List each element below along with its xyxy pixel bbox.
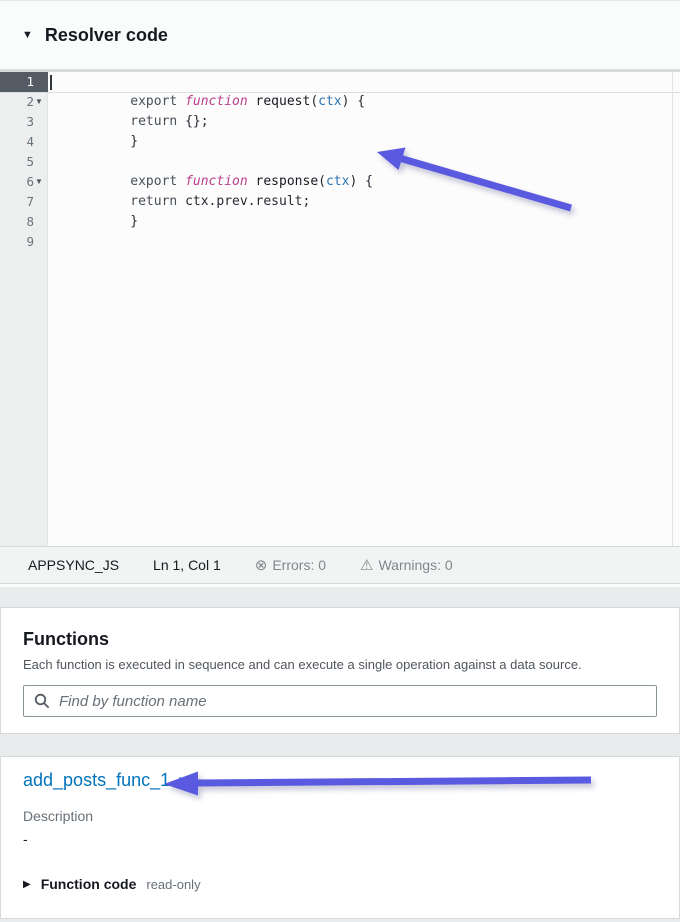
line-number: 9 [0, 232, 48, 252]
functions-title: Functions [23, 629, 657, 650]
scrollbar-track[interactable] [672, 72, 673, 546]
description-label: Description [23, 808, 657, 824]
warnings-label: Warnings: 0 [378, 557, 452, 573]
resolver-code-title: Resolver code [45, 25, 168, 45]
editor-status-bar: APPSYNC_JS Ln 1, Col 1 ⊗ Errors: 0 ⚠ War… [0, 546, 680, 584]
read-only-badge: read-only [146, 877, 200, 892]
code-text: } [48, 132, 138, 152]
code-text [48, 152, 52, 172]
code-editor[interactable]: 12▼ export function request(ctx) {3 retu… [0, 69, 680, 546]
expand-triangle-icon: ▶ [23, 879, 31, 890]
editor-mode-label: APPSYNC_JS [28, 557, 119, 573]
fold-triangle-icon[interactable]: ▼ [35, 92, 46, 112]
line-number: 4 [0, 132, 48, 152]
code-text: return {}; [48, 112, 209, 132]
code-line-3[interactable]: 3 return {}; [0, 112, 680, 132]
function-name-link[interactable]: add_posts_func_1 [23, 770, 170, 791]
function-search-input[interactable] [59, 693, 646, 710]
function-item-card: add_posts_func_1 Edit Description - ▶ Fu… [0, 756, 680, 919]
search-icon [34, 693, 50, 709]
errors-label: Errors: 0 [272, 557, 326, 573]
section-gap [0, 587, 680, 607]
code-text: return ctx.prev.result; [48, 192, 310, 212]
code-lines: 12▼ export function request(ctx) {3 retu… [0, 72, 680, 252]
functions-section: Functions Each function is executed in s… [0, 607, 680, 734]
line-number: 8 [0, 212, 48, 232]
function-code-expander[interactable]: ▶ Function code read-only [23, 876, 657, 892]
errors-status: ⊗ Errors: 0 [255, 557, 326, 573]
resolver-code-header[interactable]: ▼ Resolver code [0, 1, 680, 69]
cursor-position-label: Ln 1, Col 1 [153, 557, 221, 573]
code-text [48, 232, 52, 252]
errors-icon: ⊗ [255, 558, 268, 573]
function-title-row: add_posts_func_1 Edit [23, 770, 657, 791]
line-number: 3 [0, 112, 48, 132]
code-line-2[interactable]: 2▼ export function request(ctx) { [0, 92, 680, 112]
code-text: } [48, 212, 138, 232]
code-text: export function request(ctx) { [48, 92, 365, 112]
code-line-4[interactable]: 4 } [0, 132, 680, 152]
resolver-code-section: ▼ Resolver code 12▼ export function requ… [0, 0, 680, 587]
line-number: 5 [0, 152, 48, 172]
function-search-box[interactable] [23, 685, 657, 717]
collapse-triangle-icon: ▼ [22, 25, 33, 45]
code-line-1[interactable]: 1 [0, 72, 680, 92]
code-line-9[interactable]: 9 [0, 232, 680, 252]
section-gap [0, 734, 680, 756]
code-line-7[interactable]: 7 return ctx.prev.result; [0, 192, 680, 212]
line-number: 1 [0, 72, 48, 92]
function-code-label: Function code [41, 876, 137, 892]
appsync-resolver-page: ▼ Resolver code 12▼ export function requ… [0, 0, 680, 922]
code-text: export function response(ctx) { [48, 172, 373, 192]
fold-triangle-icon[interactable]: ▼ [35, 172, 46, 192]
code-line-5[interactable]: 5 [0, 152, 680, 172]
code-line-6[interactable]: 6▼ export function response(ctx) { [0, 172, 680, 192]
text-cursor [50, 75, 52, 90]
description-value: - [23, 831, 657, 847]
line-number: 2▼ [0, 92, 48, 112]
code-line-8[interactable]: 8 } [0, 212, 680, 232]
warning-icon: ⚠ [360, 558, 373, 573]
line-number: 6▼ [0, 172, 48, 192]
line-number: 7 [0, 192, 48, 212]
functions-description: Each function is executed in sequence an… [23, 657, 657, 672]
warnings-status: ⚠ Warnings: 0 [360, 557, 453, 573]
edit-function-link[interactable]: Edit [178, 775, 199, 789]
